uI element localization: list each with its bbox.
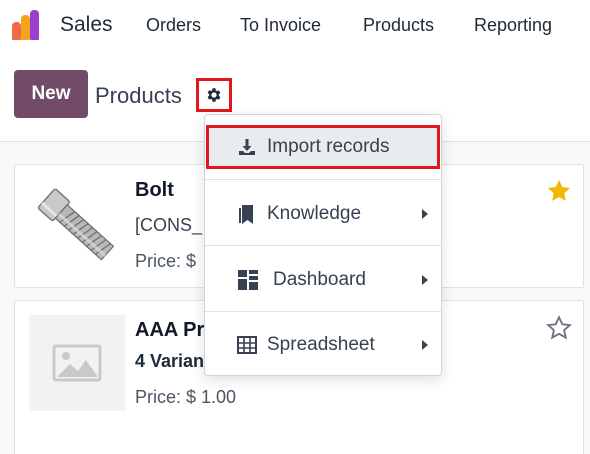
- actions-dropdown-menu: Import records Knowledge Dashboard Sprea…: [204, 114, 442, 376]
- bookmark-icon: [239, 205, 253, 224]
- menu-item-label: Import records: [267, 136, 390, 157]
- caret-right-icon: [422, 209, 428, 219]
- new-button[interactable]: New: [14, 70, 88, 118]
- nav-item-reporting[interactable]: Reporting: [474, 15, 552, 36]
- product-reference: [CONS_: [135, 215, 203, 235]
- product-price: Price: $: [135, 251, 197, 271]
- import-records-menu-item[interactable]: Import records: [206, 125, 440, 169]
- product-variants: 4 Varian: [135, 351, 205, 371]
- caret-right-icon: [422, 275, 428, 285]
- menu-item-label: Knowledge: [267, 203, 362, 224]
- dashboard-icon: [238, 270, 258, 290]
- menu-item-label: Dashboard: [273, 269, 366, 290]
- favorite-star-outline-icon[interactable]: [545, 314, 573, 342]
- nav-item-orders[interactable]: Orders: [146, 15, 201, 36]
- product-title: Bolt: [135, 179, 174, 201]
- favorite-star-icon[interactable]: [545, 177, 573, 205]
- actions-gear-button[interactable]: [196, 78, 232, 112]
- menu-divider: [205, 179, 441, 180]
- spreadsheet-menu-item[interactable]: Spreadsheet: [205, 318, 441, 372]
- download-icon: [239, 139, 255, 155]
- menu-divider: [205, 311, 441, 312]
- caret-right-icon: [422, 340, 428, 350]
- nav-item-products[interactable]: Products: [363, 15, 434, 36]
- top-navbar: Sales Orders To Invoice Products Reporti…: [0, 0, 590, 52]
- dashboard-menu-item[interactable]: Dashboard: [205, 253, 441, 307]
- table-icon: [237, 336, 257, 354]
- sales-app-logo-icon[interactable]: [12, 10, 40, 40]
- nav-item-to-invoice[interactable]: To Invoice: [240, 15, 321, 36]
- app-name[interactable]: Sales: [60, 13, 113, 37]
- product-price: Price: $ 1.00: [135, 387, 237, 407]
- gear-icon: [207, 88, 221, 102]
- breadcrumb: Products: [95, 83, 182, 108]
- knowledge-menu-item[interactable]: Knowledge: [205, 187, 441, 241]
- product-title: AAA Pr: [135, 319, 205, 341]
- image-placeholder-icon: [29, 315, 125, 411]
- menu-divider: [205, 245, 441, 246]
- menu-item-label: Spreadsheet: [267, 334, 375, 355]
- product-image-bolt: [29, 177, 125, 273]
